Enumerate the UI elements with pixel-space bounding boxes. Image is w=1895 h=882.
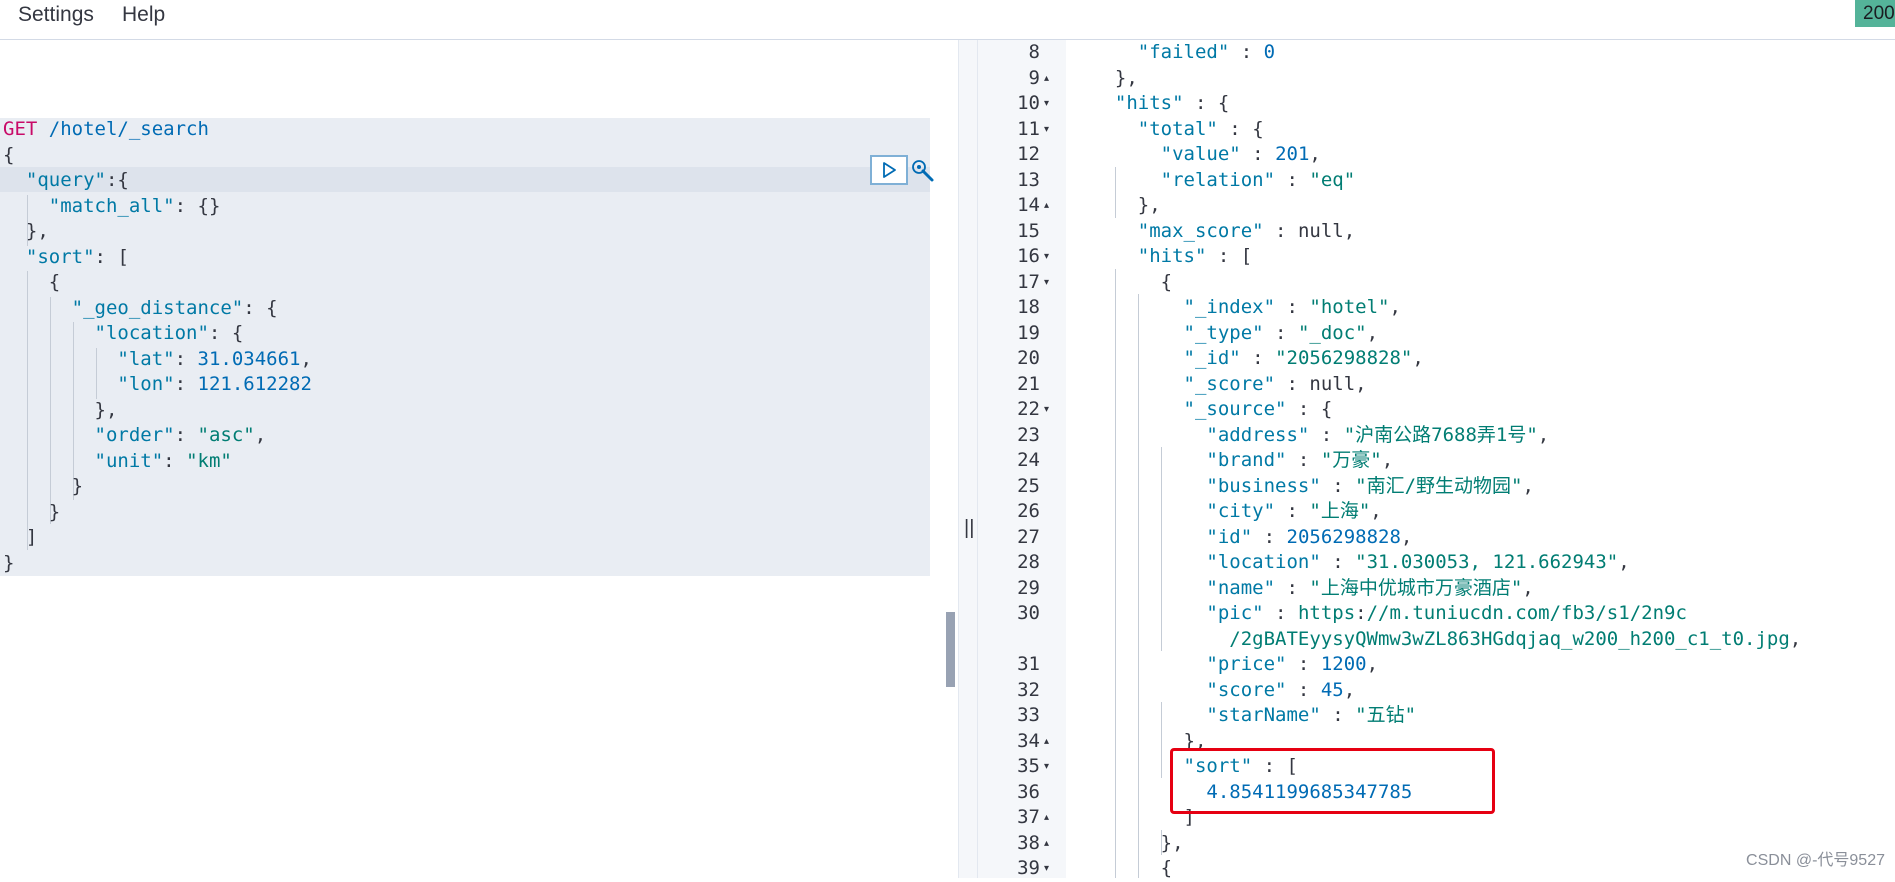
status-badge: 200: [1855, 0, 1895, 27]
fold-markers[interactable]: ▴ ▾ ▾ ▴ ▾ ▾ ▾ ▴ ▾ ▴ ▴ ▾: [1044, 40, 1058, 882]
request-path: /hotel/_search: [48, 118, 209, 140]
wrench-icon: [912, 160, 934, 182]
watermark: CSDN @-代号9527: [1746, 852, 1885, 869]
menu-bar: Settings Help 200: [0, 0, 1895, 40]
request-code[interactable]: GET /hotel/_search { "query":{ "match_al…: [3, 117, 312, 576]
request-editor[interactable]: GET /hotel/_search { "query":{ "match_al…: [0, 40, 945, 878]
resize-handle-icon: ||: [964, 517, 975, 539]
help-menu[interactable]: Help: [122, 3, 165, 27]
play-icon: [883, 162, 896, 178]
sort-annotation-box: [1170, 748, 1495, 814]
line-numbers: 8 9 10 11 12 13 14 15 16 17 18 19 20 21 …: [1017, 41, 1040, 879]
request-body: { "query":{ "match_all": {} }, "sort": […: [3, 143, 312, 574]
line-number-gutter: 8 9 10 11 12 13 14 15 16 17 18 19 20 21 …: [978, 40, 1066, 879]
request-method: GET: [3, 118, 38, 140]
settings-menu[interactable]: Settings: [18, 3, 94, 27]
run-request-button[interactable]: [870, 155, 908, 185]
request-actions-button[interactable]: [910, 158, 936, 184]
panel-resizer[interactable]: ||: [958, 40, 978, 878]
request-scrollbar[interactable]: [946, 612, 955, 687]
